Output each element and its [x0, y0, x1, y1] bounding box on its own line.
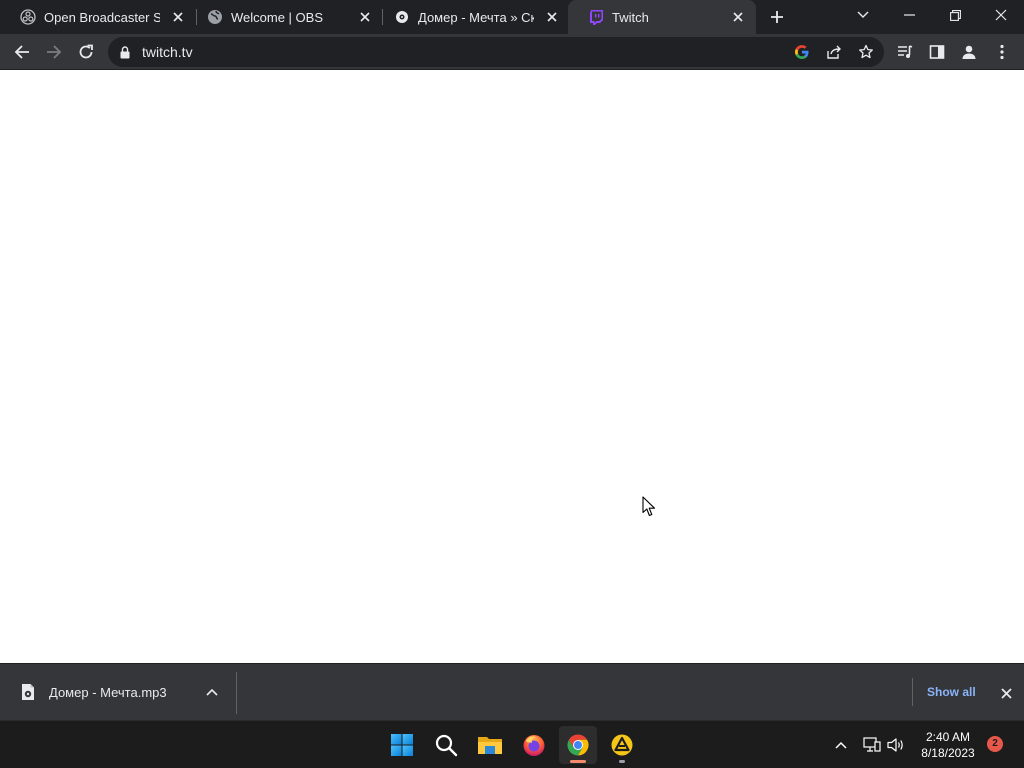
- search-button[interactable]: [427, 726, 465, 764]
- new-tab-button[interactable]: [765, 5, 789, 29]
- back-button[interactable]: [9, 39, 35, 65]
- network-button[interactable]: [860, 733, 884, 757]
- running-app-indicator: [619, 760, 625, 763]
- volume-button[interactable]: [884, 733, 908, 757]
- minimize-icon: [903, 14, 915, 16]
- chevron-up-icon: [835, 741, 847, 749]
- show-all-button[interactable]: Show all: [912, 678, 990, 706]
- tab-search-button[interactable]: [840, 0, 886, 30]
- clock-date: 8/18/2023: [921, 746, 975, 760]
- restore-button[interactable]: [932, 0, 978, 30]
- show-hidden-icons-button[interactable]: [829, 733, 853, 757]
- chrome-icon: [567, 734, 589, 756]
- close-icon[interactable]: [728, 7, 748, 27]
- close-icon[interactable]: [542, 7, 562, 27]
- music-queue-icon: [898, 45, 913, 58]
- start-button[interactable]: [383, 726, 421, 764]
- game-launcher-icon: [611, 734, 633, 756]
- download-filename: Домер - Мечта.mp3: [49, 685, 167, 700]
- search-icon: [435, 734, 458, 757]
- windows-logo-icon: [391, 734, 413, 756]
- bookmark-star-icon[interactable]: [855, 41, 877, 63]
- profile-icon: [962, 45, 976, 59]
- folder-icon: [478, 737, 502, 754]
- tab-twitch[interactable]: Twitch: [568, 0, 756, 34]
- system-clock[interactable]: 2:40 AM 8/18/2023: [912, 729, 984, 761]
- active-app-indicator: [570, 760, 586, 763]
- chevron-down-icon: [857, 11, 869, 18]
- tab-domer-mechta[interactable]: Домер - Мечта » Скачать: [374, 0, 570, 34]
- media-controls-button[interactable]: [892, 39, 918, 65]
- tab-obs-software[interactable]: Open Broadcaster Software: [0, 0, 196, 34]
- tab-title: Welcome | OBS: [231, 9, 323, 25]
- kebab-menu-icon: [1000, 44, 1004, 60]
- obs-icon: [20, 9, 36, 25]
- menu-button[interactable]: [989, 39, 1015, 65]
- address-bar[interactable]: twitch.tv: [108, 37, 884, 67]
- firefox-button[interactable]: [515, 726, 553, 764]
- close-window-button[interactable]: [978, 0, 1024, 30]
- twitch-icon: [588, 9, 604, 25]
- restore-icon: [949, 9, 961, 21]
- shelf-divider: [236, 672, 237, 714]
- arrow-left-icon: [14, 45, 29, 59]
- network-icon: [863, 737, 881, 752]
- windows-taskbar: 2:40 AM 8/18/2023: [0, 720, 1024, 768]
- close-icon[interactable]: [168, 7, 188, 27]
- notification-badge[interactable]: 2: [987, 736, 1003, 752]
- share-icon[interactable]: [823, 41, 845, 63]
- plus-icon: [771, 11, 783, 23]
- page-content[interactable]: [0, 70, 1024, 663]
- chevron-up-icon[interactable]: [203, 683, 221, 701]
- file-explorer-button[interactable]: [471, 726, 509, 764]
- tab-title: Домер - Мечта » Скачать: [418, 9, 534, 25]
- profile-button[interactable]: [956, 39, 982, 65]
- arrow-right-icon: [47, 45, 62, 59]
- close-icon: [995, 9, 1007, 21]
- chrome-button[interactable]: [559, 726, 597, 764]
- audio-file-icon: [22, 684, 34, 700]
- download-item[interactable]: Домер - Мечта.mp3: [0, 664, 236, 721]
- close-icon: [1000, 687, 1012, 699]
- reload-button[interactable]: [73, 39, 99, 65]
- lock-icon[interactable]: [119, 45, 131, 59]
- tab-welcome-obs[interactable]: Welcome | OBS: [187, 0, 383, 34]
- google-lens-icon[interactable]: [791, 41, 813, 63]
- globe-icon: [207, 9, 223, 25]
- reload-icon: [79, 44, 93, 59]
- clock-time: 2:40 AM: [925, 730, 971, 744]
- speaker-icon: [887, 738, 903, 752]
- close-shelf-button[interactable]: [996, 683, 1016, 703]
- music-site-icon: [394, 9, 410, 25]
- tab-title: Open Broadcaster Software: [44, 9, 160, 25]
- forward-button[interactable]: [41, 39, 67, 65]
- minimize-button[interactable]: [886, 0, 932, 30]
- side-panel-icon: [929, 45, 945, 59]
- game-launcher-button[interactable]: [603, 726, 641, 764]
- browser-toolbar: twitch.tv: [0, 34, 1024, 70]
- tab-strip: Open Broadcaster Software Welcome | OBS …: [0, 0, 1024, 34]
- firefox-icon: [523, 735, 545, 756]
- close-icon[interactable]: [355, 7, 375, 27]
- tab-title: Twitch: [612, 9, 649, 25]
- download-shelf: Домер - Мечта.mp3 Show all: [0, 663, 1024, 720]
- address-bar-url[interactable]: twitch.tv: [142, 37, 193, 67]
- side-panel-button[interactable]: [924, 39, 950, 65]
- mouse-cursor-icon: [642, 496, 656, 517]
